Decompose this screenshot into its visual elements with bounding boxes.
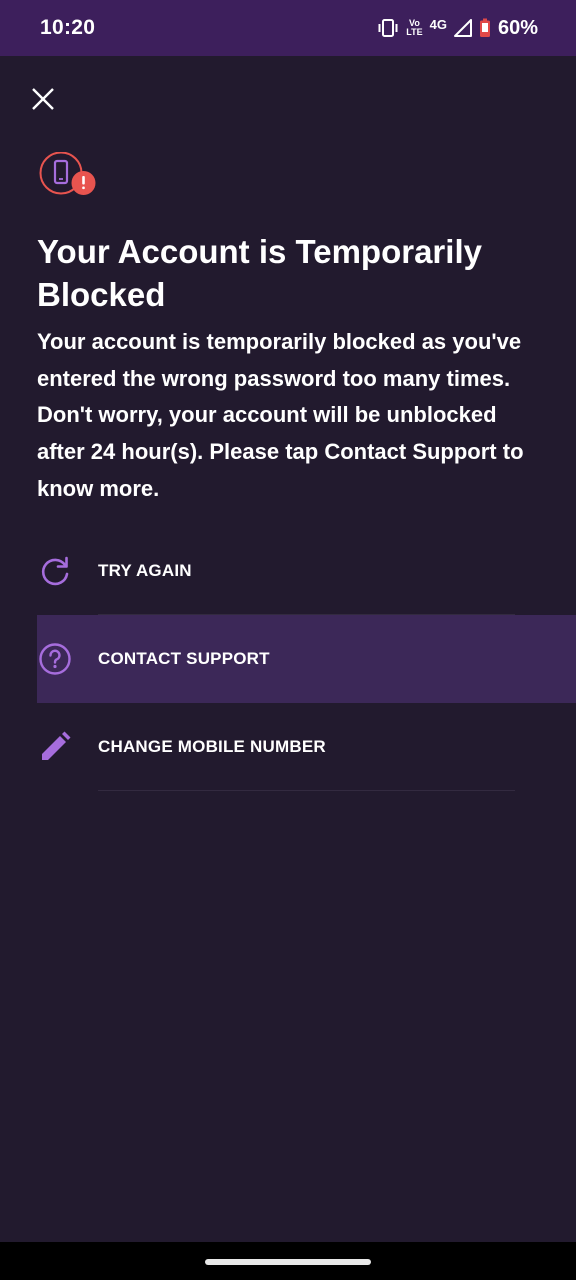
options-list: TRY AGAIN CONTACT SUPPORT CHANGE MOBILE … bbox=[0, 527, 576, 791]
try-again-button[interactable]: TRY AGAIN bbox=[0, 527, 576, 615]
contact-support-button[interactable]: CONTACT SUPPORT bbox=[37, 615, 576, 703]
block-description: Your account is temporarily blocked as y… bbox=[37, 329, 524, 501]
vibrate-icon bbox=[378, 19, 398, 37]
battery-percent: 60% bbox=[497, 16, 538, 39]
change-mobile-number-button[interactable]: CHANGE MOBILE NUMBER bbox=[0, 703, 576, 791]
system-nav-bar bbox=[0, 1242, 576, 1280]
volte-bottom-text: LTE bbox=[406, 27, 423, 37]
divider bbox=[98, 790, 515, 791]
help-circle-icon bbox=[39, 643, 71, 675]
network-type: 4G bbox=[429, 16, 447, 32]
refresh-icon bbox=[41, 556, 69, 586]
try-again-label: TRY AGAIN bbox=[98, 561, 192, 580]
page-title: Your Account is Temporarily Blocked bbox=[37, 233, 482, 313]
status-time: 10:20 bbox=[40, 16, 96, 39]
home-indicator[interactable] bbox=[205, 1259, 371, 1265]
status-bar: 10:20 Vo LTE 4G 60% bbox=[0, 0, 576, 56]
battery-low-icon bbox=[479, 18, 490, 37]
phone-alert-icon bbox=[39, 152, 96, 195]
signal-icon bbox=[453, 19, 472, 37]
change-mobile-number-label: CHANGE MOBILE NUMBER bbox=[98, 737, 326, 756]
pencil-icon bbox=[42, 731, 71, 760]
volte-icon: Vo LTE bbox=[406, 19, 422, 37]
close-icon[interactable] bbox=[28, 84, 58, 114]
contact-support-label: CONTACT SUPPORT bbox=[98, 649, 270, 668]
status-icons: Vo LTE 4G 60% bbox=[377, 17, 538, 40]
